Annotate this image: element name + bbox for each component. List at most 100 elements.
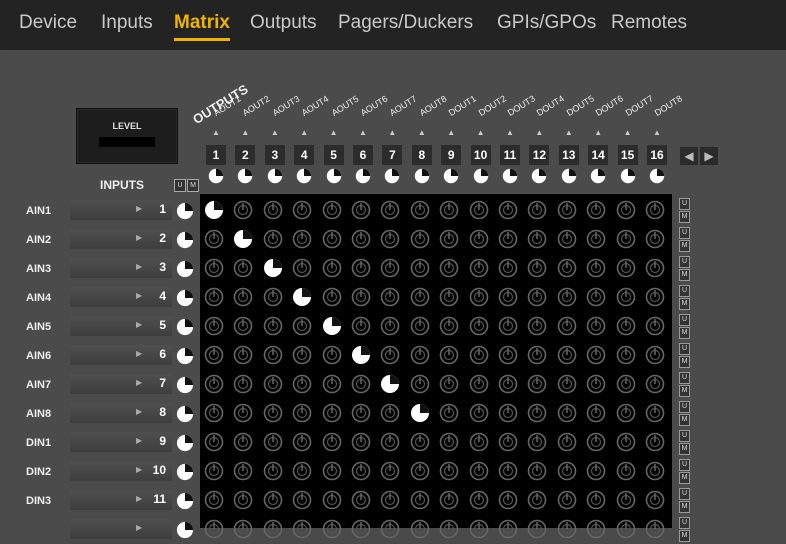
mute-button[interactable]: M xyxy=(679,211,690,223)
column-expand-icon[interactable]: ▲ xyxy=(585,128,611,137)
column-expand-icon[interactable]: ▲ xyxy=(350,128,376,137)
unmute-button[interactable]: U xyxy=(679,343,690,355)
input-level-knob[interactable] xyxy=(176,260,194,278)
unmute-button[interactable]: U xyxy=(679,430,690,442)
column-expand-icon[interactable]: ▲ xyxy=(321,128,347,137)
mute-button[interactable]: M xyxy=(679,385,690,397)
row-expand-icon[interactable]: ▶ xyxy=(136,349,142,358)
column-expand-icon[interactable]: ▲ xyxy=(232,128,258,137)
row-expand-icon[interactable]: ▶ xyxy=(136,204,142,213)
row-expand-icon[interactable]: ▶ xyxy=(136,407,142,416)
mute-button[interactable]: M xyxy=(679,414,690,426)
column-expand-icon[interactable]: ▲ xyxy=(203,128,229,137)
input-number: 10 xyxy=(152,463,166,477)
output-level-knob[interactable] xyxy=(649,168,665,184)
mute-button[interactable]: M xyxy=(679,443,690,455)
output-level-knob[interactable] xyxy=(326,168,342,184)
output-level-knob[interactable] xyxy=(502,168,518,184)
column-expand-icon[interactable]: ▲ xyxy=(468,128,494,137)
output-level-knob[interactable] xyxy=(237,168,253,184)
column-expand-icon[interactable]: ▲ xyxy=(556,128,582,137)
input-level-knob[interactable] xyxy=(176,463,194,481)
output-level-knob[interactable] xyxy=(531,168,547,184)
inputs-mute-all-button[interactable]: M xyxy=(187,179,199,192)
level-meter xyxy=(99,137,155,147)
input-level-knob[interactable] xyxy=(176,347,194,365)
input-level-knob[interactable] xyxy=(176,231,194,249)
mute-button[interactable]: M xyxy=(679,472,690,484)
row-expand-icon[interactable]: ▶ xyxy=(136,465,142,474)
input-number: 7 xyxy=(159,376,166,390)
unmute-button[interactable]: U xyxy=(679,227,690,239)
mute-button[interactable]: M xyxy=(679,530,690,542)
row-expand-icon[interactable]: ▶ xyxy=(136,436,142,445)
output-level-knob[interactable] xyxy=(620,168,636,184)
row-expand-icon[interactable]: ▶ xyxy=(136,494,142,503)
mute-button[interactable]: M xyxy=(679,356,690,368)
tab-pagers-duckers[interactable]: Pagers/Duckers xyxy=(338,12,473,34)
row-expand-icon[interactable]: ▶ xyxy=(136,378,142,387)
output-level-knob[interactable] xyxy=(208,168,224,184)
output-level-knob[interactable] xyxy=(414,168,430,184)
column-expand-icon[interactable]: ▲ xyxy=(262,128,288,137)
row-expand-icon[interactable]: ▶ xyxy=(136,262,142,271)
input-name: AIN2 xyxy=(26,234,52,246)
input-level-knob[interactable] xyxy=(176,202,194,220)
output-number: 16 xyxy=(647,145,667,165)
unmute-button[interactable]: U xyxy=(679,401,690,413)
output-level-knob[interactable] xyxy=(443,168,459,184)
tab-matrix[interactable]: Matrix xyxy=(174,12,230,41)
input-level-knob[interactable] xyxy=(176,405,194,423)
unmute-button[interactable]: U xyxy=(679,256,690,268)
tab-outputs[interactable]: Outputs xyxy=(250,12,317,34)
output-level-knob[interactable] xyxy=(296,168,312,184)
input-row: AIN4 ▶ 4 U M xyxy=(0,283,786,312)
column-expand-icon[interactable]: ▲ xyxy=(526,128,552,137)
input-row: AIN1 ▶ 1 U M xyxy=(0,196,786,225)
tab-gpis-gpos[interactable]: GPIs/GPOs xyxy=(497,12,596,34)
unmute-button[interactable]: U xyxy=(679,198,690,210)
mute-button[interactable]: M xyxy=(679,501,690,513)
unmute-button[interactable]: U xyxy=(679,372,690,384)
unmute-button[interactable]: U xyxy=(679,488,690,500)
column-expand-icon[interactable]: ▲ xyxy=(438,128,464,137)
input-strip xyxy=(70,519,172,539)
unmute-button[interactable]: U xyxy=(679,285,690,297)
column-expand-icon[interactable]: ▲ xyxy=(291,128,317,137)
output-level-knob[interactable] xyxy=(355,168,371,184)
row-expand-icon[interactable]: ▶ xyxy=(136,320,142,329)
tab-inputs[interactable]: Inputs xyxy=(101,12,153,34)
output-level-knob[interactable] xyxy=(590,168,606,184)
input-level-knob[interactable] xyxy=(176,376,194,394)
row-expand-icon[interactable]: ▶ xyxy=(136,291,142,300)
output-number: 9 xyxy=(441,145,462,165)
input-level-knob[interactable] xyxy=(176,318,194,336)
mute-button[interactable]: M xyxy=(679,240,690,252)
chevron-left-icon[interactable]: ◀ xyxy=(680,147,698,165)
tab-device[interactable]: Device xyxy=(19,12,77,34)
input-level-knob[interactable] xyxy=(176,289,194,307)
column-expand-icon[interactable]: ▲ xyxy=(379,128,405,137)
output-column-8: ▲ 8 xyxy=(409,128,435,188)
output-level-knob[interactable] xyxy=(561,168,577,184)
column-expand-icon[interactable]: ▲ xyxy=(615,128,641,137)
unmute-button[interactable]: U xyxy=(679,517,690,529)
row-expand-icon[interactable]: ▶ xyxy=(136,233,142,242)
mute-button[interactable]: M xyxy=(679,327,690,339)
input-level-knob[interactable] xyxy=(176,521,194,539)
column-expand-icon[interactable]: ▲ xyxy=(497,128,523,137)
chevron-right-icon[interactable]: ▶ xyxy=(700,147,718,165)
output-level-knob[interactable] xyxy=(473,168,489,184)
unmute-button[interactable]: U xyxy=(679,314,690,326)
tab-remotes[interactable]: Remotes xyxy=(611,12,687,34)
input-level-knob[interactable] xyxy=(176,434,194,452)
output-level-knob[interactable] xyxy=(267,168,283,184)
mute-button[interactable]: M xyxy=(679,298,690,310)
column-expand-icon[interactable]: ▲ xyxy=(409,128,435,137)
input-level-knob[interactable] xyxy=(176,492,194,510)
column-expand-icon[interactable]: ▲ xyxy=(644,128,670,137)
unmute-button[interactable]: U xyxy=(679,459,690,471)
output-level-knob[interactable] xyxy=(384,168,400,184)
inputs-unmute-all-button[interactable]: U xyxy=(174,179,186,192)
mute-button[interactable]: M xyxy=(679,269,690,281)
